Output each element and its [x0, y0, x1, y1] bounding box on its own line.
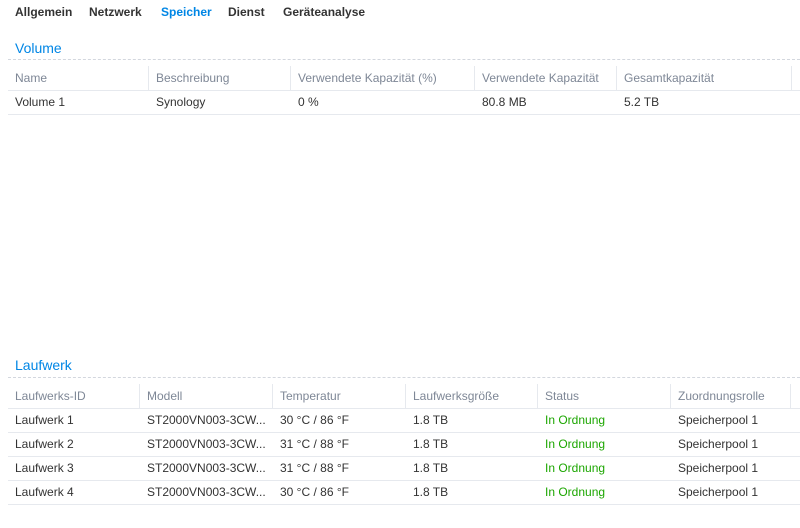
drive-id: Laufwerk 3 [15, 461, 74, 475]
drive-size: 1.8 TB [413, 461, 449, 475]
drive-status: In Ordnung [545, 461, 606, 475]
volume-total-capacity: 5.2 TB [624, 95, 660, 109]
drive-status: In Ordnung [545, 413, 606, 427]
column-header-verwendete-kapazitaet-prozent[interactable]: Verwendete Kapazität (%) [291, 66, 475, 90]
column-header-filler [791, 384, 800, 408]
tab-speicher[interactable]: Speicher [161, 5, 212, 19]
drive-size: 1.8 TB [413, 485, 449, 499]
drive-size: 1.8 TB [413, 437, 449, 451]
table-row[interactable]: Laufwerk 3 ST2000VN003-3CW... 31 °C / 88… [8, 457, 800, 481]
drive-status: In Ordnung [545, 485, 606, 499]
volume-description: Synology [156, 95, 206, 109]
table-row[interactable]: Laufwerk 4 ST2000VN003-3CW... 30 °C / 86… [8, 481, 800, 505]
drive-temperature: 31 °C / 88 °F [280, 437, 349, 451]
drive-temperature: 31 °C / 88 °F [280, 461, 349, 475]
volume-section-title: Volume [15, 40, 62, 56]
tab-dienst[interactable]: Dienst [228, 5, 265, 19]
volume-divider [8, 59, 800, 60]
drive-role: Speicherpool 1 [678, 437, 759, 451]
column-header-name[interactable]: Name [8, 66, 149, 90]
tab-allgemein[interactable]: Allgemein [15, 5, 72, 19]
tab-netzwerk[interactable]: Netzwerk [89, 5, 142, 19]
column-header-status[interactable]: Status [538, 384, 671, 408]
column-header-gesamtkapazitaet[interactable]: Gesamtkapazität [617, 66, 792, 90]
tab-geraeteanalyse[interactable]: Geräteanalyse [283, 5, 365, 19]
drive-size: 1.8 TB [413, 413, 449, 427]
volume-table-header: Name Beschreibung Verwendete Kapazität (… [8, 66, 800, 91]
drive-model: ST2000VN003-3CW... [147, 485, 266, 499]
drive-table: Laufwerks-ID Modell Temperatur Laufwerks… [8, 384, 800, 505]
column-header-beschreibung[interactable]: Beschreibung [149, 66, 291, 90]
drive-role: Speicherpool 1 [678, 461, 759, 475]
drive-id: Laufwerk 1 [15, 413, 74, 427]
volume-name: Volume 1 [15, 95, 66, 109]
column-header-laufwerksgroesse[interactable]: Laufwerksgröße [406, 384, 538, 408]
table-row[interactable]: Volume 1 Synology 0 % 80.8 MB 5.2 TB [8, 91, 800, 115]
volume-table: Name Beschreibung Verwendete Kapazität (… [8, 66, 800, 115]
table-row[interactable]: Laufwerk 2 ST2000VN003-3CW... 31 °C / 88… [8, 433, 800, 457]
drive-table-header: Laufwerks-ID Modell Temperatur Laufwerks… [8, 384, 800, 409]
drive-role: Speicherpool 1 [678, 413, 759, 427]
drive-id: Laufwerk 2 [15, 437, 74, 451]
drive-status: In Ordnung [545, 437, 606, 451]
table-row[interactable]: Laufwerk 1 ST2000VN003-3CW... 30 °C / 86… [8, 409, 800, 433]
drive-temperature: 30 °C / 86 °F [280, 413, 349, 427]
drive-id: Laufwerk 4 [15, 485, 74, 499]
drive-temperature: 30 °C / 86 °F [280, 485, 349, 499]
column-header-zuordnungsrolle[interactable]: Zuordnungsrolle [671, 384, 791, 408]
column-header-temperatur[interactable]: Temperatur [273, 384, 406, 408]
column-header-laufwerks-id[interactable]: Laufwerks-ID [8, 384, 140, 408]
drive-role: Speicherpool 1 [678, 485, 759, 499]
drive-model: ST2000VN003-3CW... [147, 461, 266, 475]
volume-used-percent: 0 % [298, 95, 319, 109]
volume-used-capacity: 80.8 MB [482, 95, 527, 109]
column-header-filler [792, 66, 800, 90]
drive-section-title: Laufwerk [15, 357, 72, 373]
tab-bar: Allgemein Netzwerk Speicher Dienst Gerät… [0, 0, 800, 26]
drive-model: ST2000VN003-3CW... [147, 413, 266, 427]
drive-model: ST2000VN003-3CW... [147, 437, 266, 451]
drive-divider [8, 377, 800, 378]
column-header-modell[interactable]: Modell [140, 384, 273, 408]
column-header-verwendete-kapazitaet[interactable]: Verwendete Kapazität [475, 66, 617, 90]
